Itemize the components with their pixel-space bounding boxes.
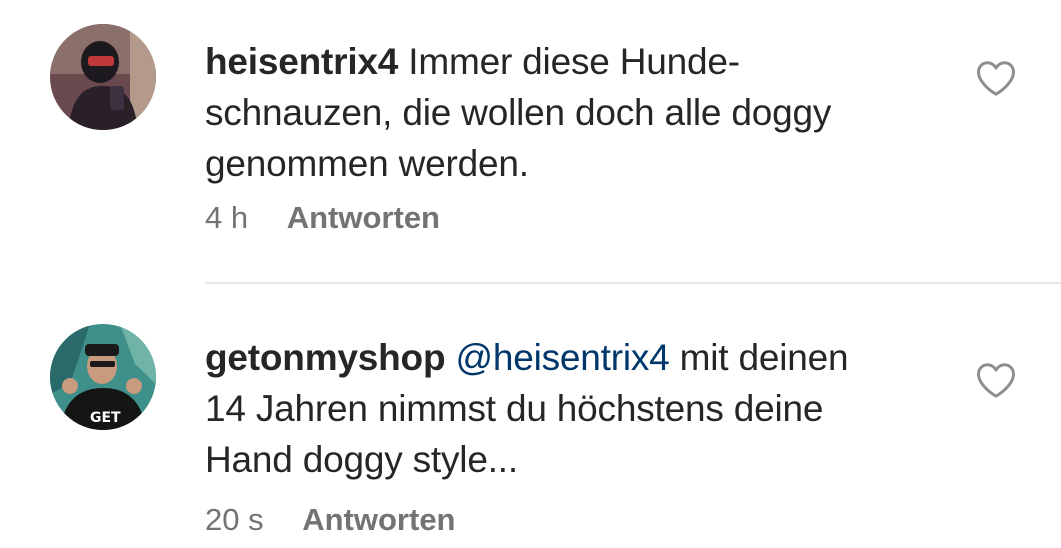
svg-text:GET: GET	[90, 410, 121, 426]
comment-body-line: genommen werden.	[205, 143, 529, 184]
avatar[interactable]: GET	[50, 324, 156, 430]
comment-username[interactable]: getonmyshop	[205, 337, 446, 378]
divider	[205, 282, 1061, 284]
comment-username[interactable]: heisentrix4	[205, 41, 398, 82]
comment-body-line: Immer diese Hunde-	[408, 41, 740, 82]
comment-meta: 4 h Antworten	[205, 198, 440, 238]
reply-button[interactable]: Antworten	[302, 502, 455, 537]
comment-body-line: 14 Jahren nimmst du höchstens deine	[205, 388, 824, 429]
reply-button[interactable]: Antworten	[287, 200, 440, 235]
comment-body-line: Hand doggy style...	[205, 439, 518, 480]
comment-text: heisentrix4 Immer diese Hunde- schnauzen…	[205, 36, 945, 189]
heart-outline-icon[interactable]	[975, 360, 1017, 400]
comment-body-line: schnauzen, die wollen doch alle doggy	[205, 92, 832, 133]
comment-text: getonmyshop @heisentrix4 mit deinen 14 J…	[205, 332, 945, 485]
comment-timestamp: 20 s	[205, 502, 264, 537]
avatar[interactable]	[50, 24, 156, 130]
comment-meta: 20 s Antworten	[205, 500, 456, 540]
comment-body-line: mit deinen	[679, 337, 849, 378]
comment-timestamp: 4 h	[205, 200, 249, 235]
heart-outline-icon[interactable]	[975, 58, 1017, 98]
mention-link[interactable]: @heisentrix4	[455, 337, 669, 378]
